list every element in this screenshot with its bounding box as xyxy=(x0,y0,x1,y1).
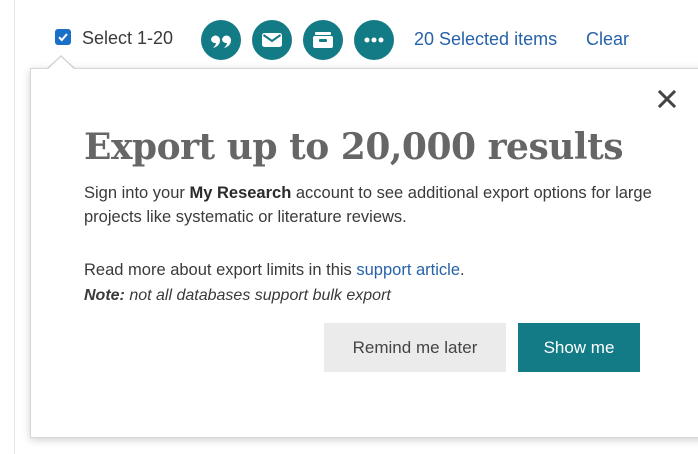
note-text: not all databases support bulk export xyxy=(124,287,391,304)
close-icon xyxy=(657,89,677,109)
read-more-end: . xyxy=(460,261,465,279)
more-dots-icon xyxy=(364,37,384,43)
more-actions-button[interactable] xyxy=(354,20,394,60)
save-box-icon xyxy=(313,32,333,48)
popover-description: Sign into your My Research account to se… xyxy=(84,181,654,229)
show-me-button[interactable]: Show me xyxy=(518,323,640,372)
results-page: Select 1-20 20 Selected items Clear Expo… xyxy=(0,0,698,454)
my-research-label: My Research xyxy=(189,184,292,202)
description-text: Sign into your xyxy=(84,184,190,202)
bulk-export-note: Note: not all databases support bulk exp… xyxy=(84,285,391,307)
popover-title: Export up to 20,000 results xyxy=(84,126,623,168)
select-all-label[interactable]: Select 1-20 xyxy=(82,27,173,49)
read-more-lead: Read more about export limits in this xyxy=(84,261,357,279)
cite-button[interactable] xyxy=(201,20,241,60)
quote-icon xyxy=(211,35,231,48)
select-all-checkbox[interactable] xyxy=(55,29,71,45)
support-article-link[interactable]: support article xyxy=(356,261,460,279)
email-button[interactable] xyxy=(252,20,292,60)
close-popover-button[interactable] xyxy=(656,88,678,110)
results-toolbar: Select 1-20 20 Selected items Clear xyxy=(0,0,698,78)
popover-caret xyxy=(47,57,75,70)
save-button[interactable] xyxy=(303,20,343,60)
read-more-text: Read more about export limits in this su… xyxy=(84,258,465,282)
remind-me-later-button[interactable]: Remind me later xyxy=(324,323,506,372)
selected-items-link[interactable]: 20 Selected items xyxy=(414,28,557,50)
envelope-icon xyxy=(262,33,282,47)
checkmark-icon xyxy=(58,33,68,42)
clear-selection-link[interactable]: Clear xyxy=(586,28,629,50)
note-label: Note: xyxy=(84,287,125,304)
